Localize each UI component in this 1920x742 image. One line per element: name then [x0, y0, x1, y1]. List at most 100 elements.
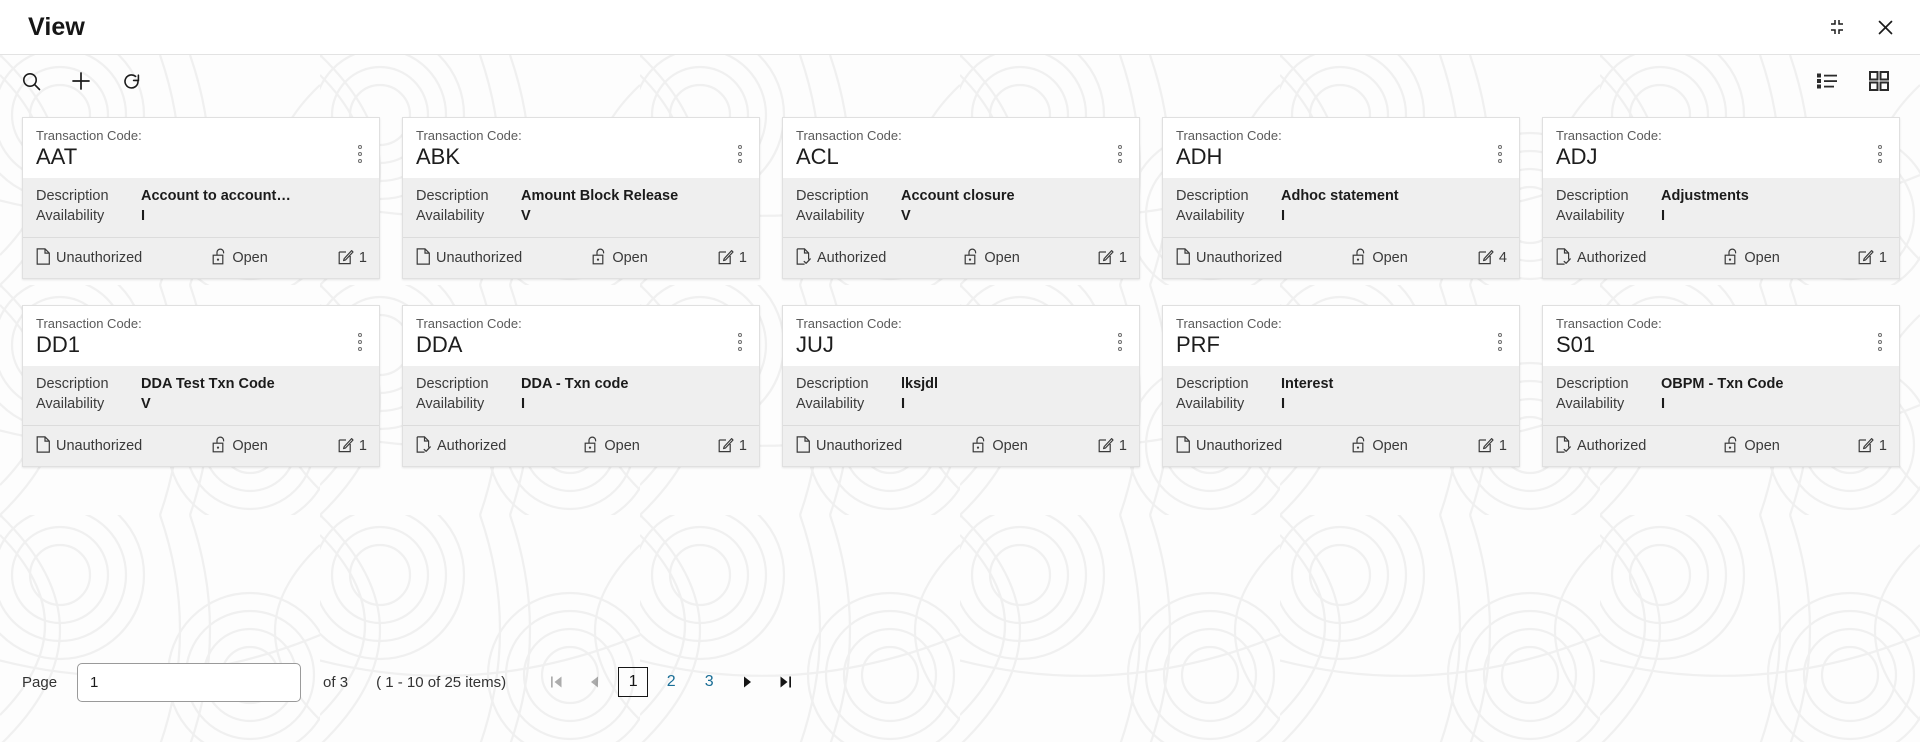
modification-count[interactable]: 1	[1098, 436, 1127, 457]
availability-key: Availability	[796, 395, 901, 414]
modification-count[interactable]: 1	[1478, 436, 1507, 457]
card-code-label: Transaction Code:	[416, 128, 747, 143]
edit-square-icon	[718, 436, 734, 457]
count-text: 1	[739, 250, 747, 266]
document-check-icon	[416, 436, 432, 457]
collapse-corners-icon[interactable]	[1824, 14, 1850, 40]
kebab-menu-icon[interactable]	[352, 143, 368, 165]
modification-count[interactable]: 1	[718, 436, 747, 457]
transaction-code-card[interactable]: Transaction Code:JUJDescriptionlksjdlAva…	[782, 305, 1140, 467]
last-page-icon[interactable]	[766, 665, 804, 699]
card-code-label: Transaction Code:	[36, 316, 367, 331]
count-text: 1	[359, 250, 367, 266]
page-number-input[interactable]	[77, 663, 301, 702]
description-key: Description	[416, 187, 521, 206]
refresh-icon[interactable]	[114, 64, 148, 98]
availability-key: Availability	[1556, 207, 1661, 226]
description-value: Account to account…	[141, 187, 367, 206]
transaction-code-card[interactable]: Transaction Code:S01DescriptionOBPM - Tx…	[1542, 305, 1900, 467]
transaction-code-card[interactable]: Transaction Code:AATDescriptionAccount t…	[22, 117, 380, 279]
card-header: Transaction Code:ADH	[1163, 118, 1519, 178]
modification-count[interactable]: 1	[1858, 248, 1887, 269]
search-icon[interactable]	[14, 64, 48, 98]
edit-square-icon	[1478, 436, 1494, 457]
transaction-code-card[interactable]: Transaction Code:ADHDescriptionAdhoc sta…	[1162, 117, 1520, 279]
card-footer: UnauthorizedOpen1	[23, 426, 379, 466]
status-text: Authorized	[1577, 438, 1646, 454]
description-key: Description	[796, 187, 901, 206]
kebab-menu-icon[interactable]	[1872, 143, 1888, 165]
card-code-label: Transaction Code:	[796, 128, 1127, 143]
status-text: Unauthorized	[56, 250, 142, 266]
availability-value: I	[1661, 395, 1887, 414]
modification-count[interactable]: 4	[1478, 248, 1507, 269]
grid-view-icon[interactable]	[1862, 64, 1896, 98]
status-badge: Unauthorized	[796, 436, 902, 457]
document-icon	[1176, 248, 1191, 269]
page-number-3[interactable]: 3	[694, 667, 724, 697]
transaction-code-card[interactable]: Transaction Code:ACL DescriptionAccount c…	[782, 117, 1140, 279]
list-view-icon[interactable]	[1810, 64, 1844, 98]
modification-count[interactable]: 1	[338, 248, 367, 269]
transaction-code-card[interactable]: Transaction Code:ABKDescriptionAmount Bl…	[402, 117, 760, 279]
availability-key: Availability	[1176, 395, 1281, 414]
lock-status: Open	[212, 248, 267, 269]
lock-text: Open	[992, 438, 1027, 454]
transaction-code-card[interactable]: Transaction Code:ADJDescriptionAdjustmen…	[1542, 117, 1900, 279]
close-icon[interactable]	[1872, 14, 1898, 40]
modification-count[interactable]: 1	[1098, 248, 1127, 269]
modification-count[interactable]: 1	[338, 436, 367, 457]
total-pages-label: of 3	[323, 674, 348, 691]
modification-count[interactable]: 1	[718, 248, 747, 269]
card-body: DescriptionDDA Test Txn CodeAvailability…	[23, 366, 379, 426]
first-page-icon[interactable]	[538, 665, 576, 699]
page-number-1[interactable]: 1	[618, 667, 648, 697]
status-text: Authorized	[437, 438, 506, 454]
card-code-value: ACL	[796, 144, 1127, 170]
edit-square-icon	[1478, 248, 1494, 269]
kebab-menu-icon[interactable]	[1872, 331, 1888, 353]
availability-value: I	[521, 395, 747, 414]
card-header: Transaction Code:AAT	[23, 118, 379, 178]
count-text: 1	[1119, 250, 1127, 266]
prev-page-icon[interactable]	[576, 665, 614, 699]
card-body: DescriptionAmount Block ReleaseAvailabil…	[403, 178, 759, 238]
kebab-menu-icon[interactable]	[1492, 143, 1508, 165]
description-value: Account closure	[901, 187, 1127, 206]
transaction-code-card-grid: Transaction Code:AATDescriptionAccount t…	[22, 117, 1900, 467]
transaction-code-card[interactable]: Transaction Code:PRFDescriptionInterestA…	[1162, 305, 1520, 467]
edit-square-icon	[1098, 436, 1114, 457]
plus-icon[interactable]	[64, 64, 98, 98]
kebab-menu-icon[interactable]	[1492, 331, 1508, 353]
page-number-2[interactable]: 2	[656, 667, 686, 697]
lock-text: Open	[1744, 438, 1779, 454]
document-icon	[796, 436, 811, 457]
description-value: OBPM - Txn Code	[1661, 375, 1887, 394]
card-code-value: S01	[1556, 332, 1887, 358]
count-text: 1	[739, 438, 747, 454]
transaction-code-card[interactable]: Transaction Code:DD1DescriptionDDA Test …	[22, 305, 380, 467]
kebab-menu-icon[interactable]	[732, 331, 748, 353]
kebab-menu-icon[interactable]	[1112, 331, 1128, 353]
status-text: Unauthorized	[436, 250, 522, 266]
card-code-value: JUJ	[796, 332, 1127, 358]
kebab-menu-icon[interactable]	[352, 331, 368, 353]
kebab-menu-icon[interactable]	[732, 143, 748, 165]
card-code-label: Transaction Code:	[1556, 128, 1887, 143]
card-body: DescriptionAdjustmentsAvailabilityI	[1543, 178, 1899, 238]
availability-key: Availability	[416, 207, 521, 226]
card-code-label: Transaction Code:	[796, 316, 1127, 331]
kebab-menu-icon[interactable]	[1112, 143, 1128, 165]
open-lock-icon	[1724, 248, 1739, 269]
availability-key: Availability	[36, 395, 141, 414]
lock-status: Open	[592, 248, 647, 269]
availability-key: Availability	[796, 207, 901, 226]
count-text: 1	[1499, 438, 1507, 454]
card-footer: Unauthorized Open 1	[23, 238, 379, 278]
card-body: DescriptionDDA - Txn codeAvailabilityI	[403, 366, 759, 426]
modification-count[interactable]: 1	[1858, 436, 1887, 457]
next-page-icon[interactable]	[728, 665, 766, 699]
availability-value: V	[521, 207, 747, 226]
card-body: DescriptionAccount to account…Availabili…	[23, 178, 379, 238]
transaction-code-card[interactable]: Transaction Code:DDADescriptionDDA - Txn…	[402, 305, 760, 467]
